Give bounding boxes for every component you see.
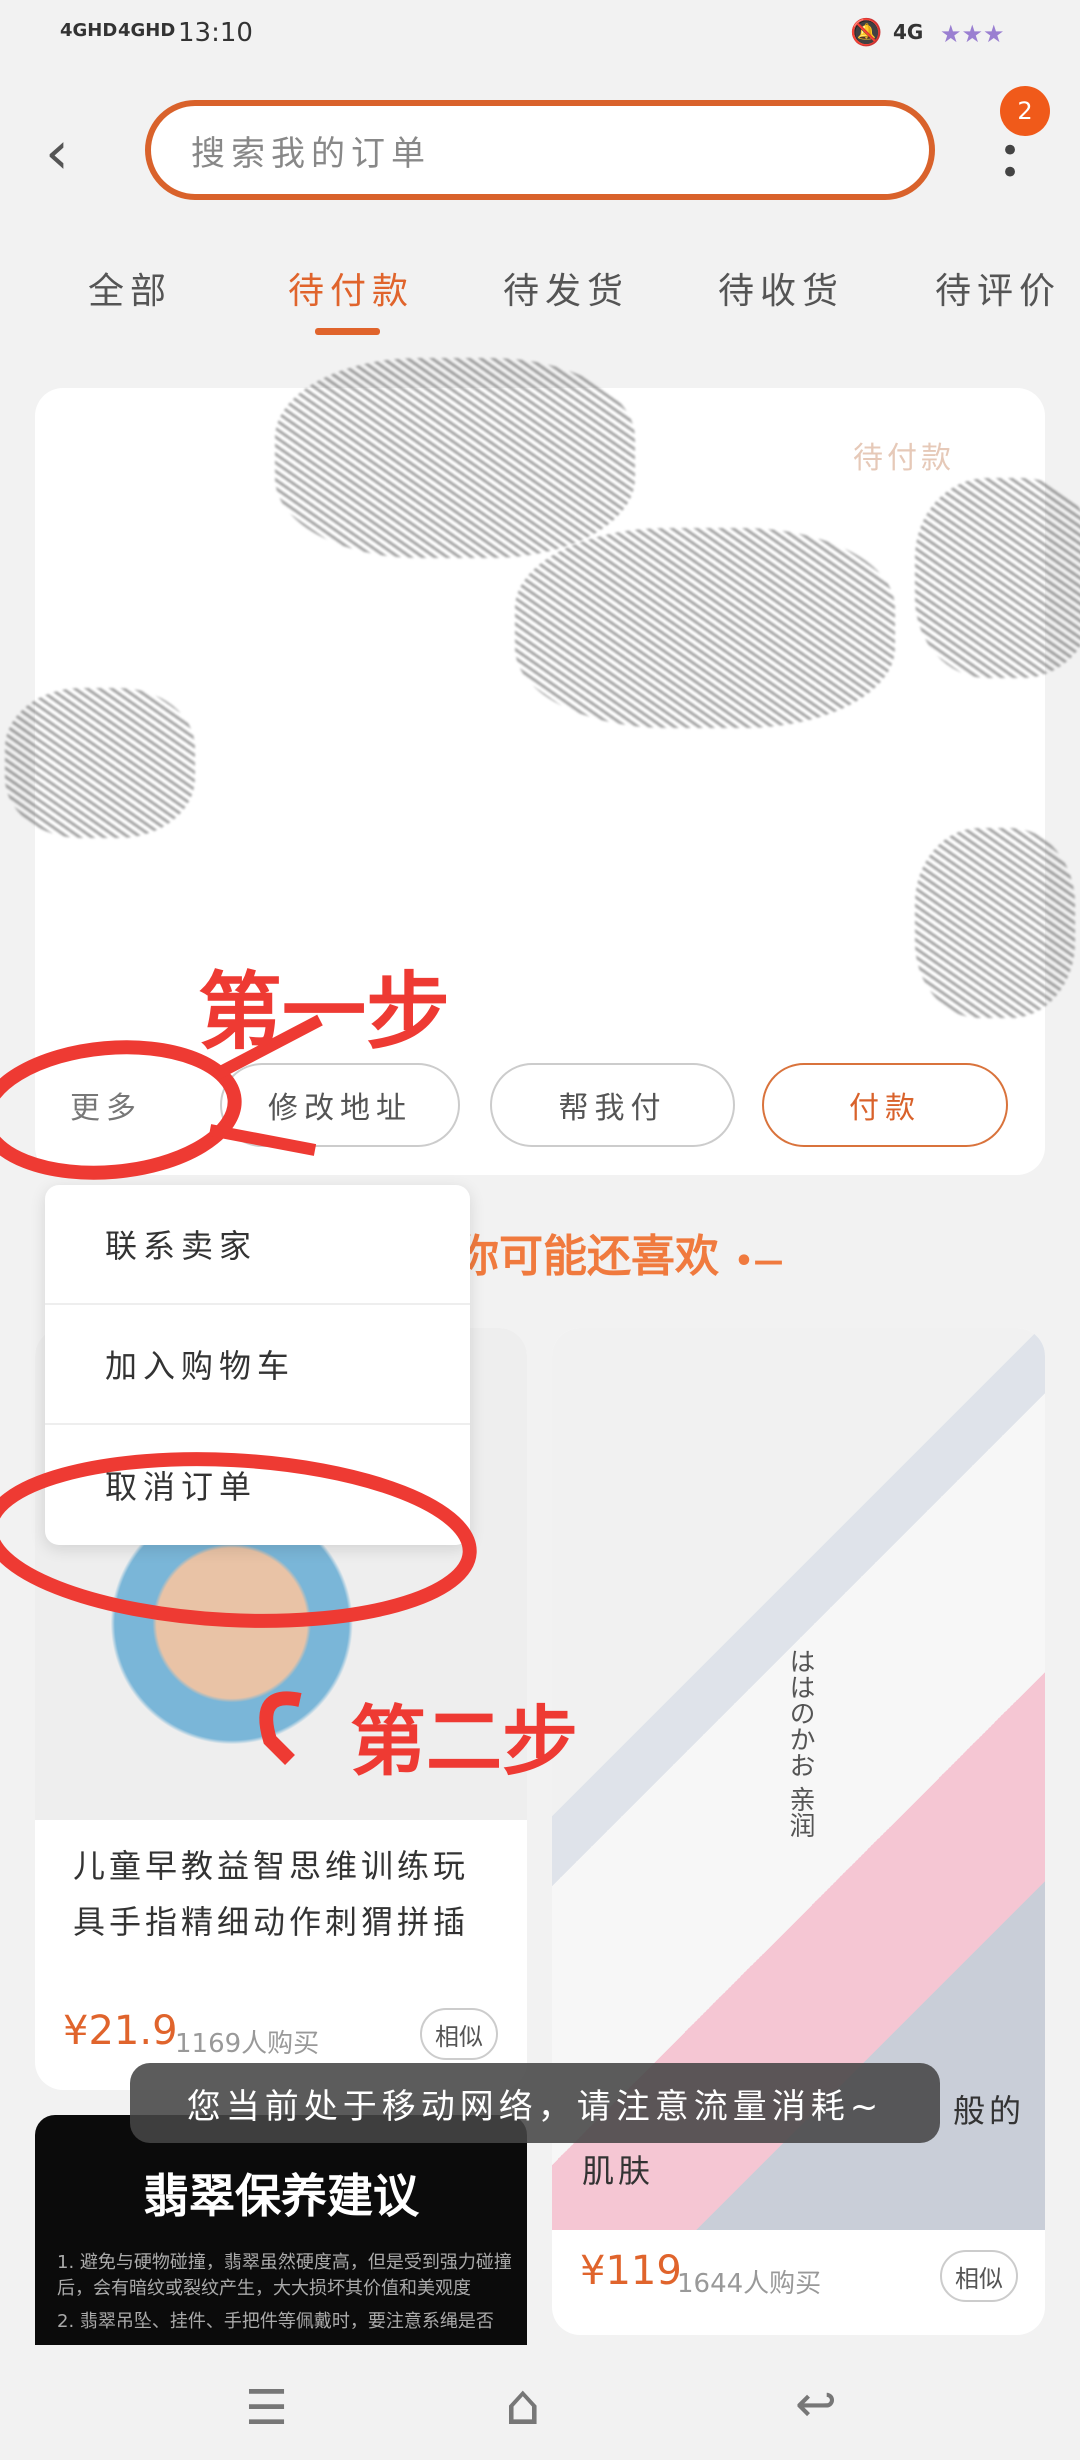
annotation-step2: 第二步 xyxy=(350,1697,578,1786)
annotation-hook xyxy=(259,1691,302,1765)
annotation-circle-cancel xyxy=(0,1452,477,1628)
nav-bar: ☰ ⌂ ↩ xyxy=(0,2345,1080,2460)
back-nav-icon[interactable]: ↩ xyxy=(795,2375,837,2433)
network-toast: 您当前处于移动网络，请注意流量消耗~ xyxy=(130,2063,940,2143)
annotation-step1: 第一步 xyxy=(198,963,451,1061)
menu-nav-icon[interactable]: ☰ xyxy=(245,2380,288,2436)
home-nav-icon[interactable]: ⌂ xyxy=(505,2373,541,2438)
